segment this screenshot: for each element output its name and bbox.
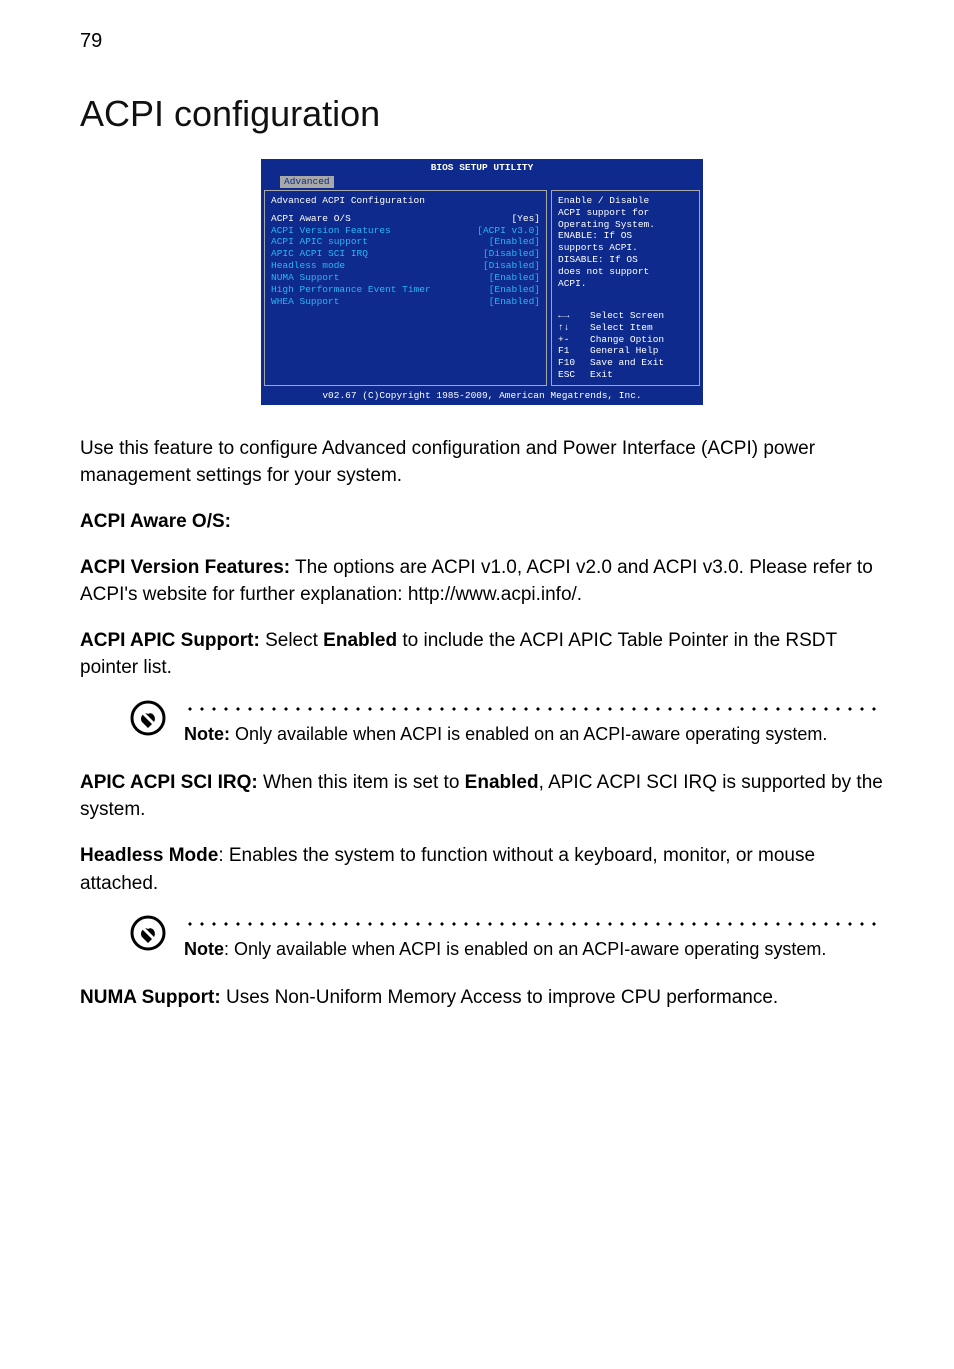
help-line: Operating System.: [558, 219, 693, 231]
bios-row-label: APIC ACPI SCI IRQ: [271, 248, 368, 260]
note-label: Note:: [184, 724, 230, 744]
note-label: Note: [184, 939, 224, 959]
note-text: : Only available when ACPI is enabled on…: [224, 939, 826, 959]
numa-text: Uses Non-Uniform Memory Access to improv…: [221, 987, 779, 1008]
sci-enabled-word: Enabled: [465, 772, 539, 793]
sci-text-mid: When this item is set to: [258, 772, 465, 793]
sci-heading: APIC ACPI SCI IRQ:: [80, 772, 258, 793]
numa-heading: NUMA Support:: [80, 987, 221, 1008]
help-line: ENABLE: If OS: [558, 230, 693, 242]
legend-key: F10: [558, 357, 582, 369]
page-title: ACPI configuration: [80, 93, 884, 135]
bios-title: BIOS SETUP UTILITY: [262, 160, 702, 176]
bios-config-panel: Advanced ACPI Configuration ACPI Aware O…: [264, 190, 547, 386]
version-heading: ACPI Version Features:: [80, 557, 290, 578]
help-line: ACPI support for: [558, 207, 693, 219]
legend-key: ↑↓: [558, 322, 582, 334]
apic-heading: ACPI APIC Support:: [80, 630, 260, 651]
bios-row-value: [Enabled]: [489, 236, 540, 248]
apic-enabled-word: Enabled: [323, 630, 397, 651]
dotted-rule: [184, 706, 884, 712]
bios-row-value: [Enabled]: [489, 272, 540, 284]
legend-text: Exit: [590, 369, 613, 381]
help-line: does not support: [558, 266, 693, 278]
help-line: supports ACPI.: [558, 242, 693, 254]
legend-key: +-: [558, 334, 582, 346]
intro-paragraph: Use this feature to configure Advanced c…: [80, 435, 884, 490]
bios-row-label: Headless mode: [271, 260, 345, 272]
legend-text: Select Screen: [590, 310, 664, 322]
legend-text: Save and Exit: [590, 357, 664, 369]
dotted-rule: [184, 921, 884, 927]
bios-row-label: ACPI Aware O/S: [271, 213, 351, 225]
apic-text-mid: Select: [260, 630, 323, 651]
legend-key: F1: [558, 345, 582, 357]
note-icon: [130, 700, 166, 741]
bios-row-label: ACPI APIC support: [271, 236, 368, 248]
legend-key: ESC: [558, 369, 582, 381]
bios-row-value: [Yes]: [511, 213, 540, 225]
bios-row-value: [Enabled]: [489, 296, 540, 308]
legend-key: ←→: [558, 310, 582, 322]
legend-text: Select Item: [590, 322, 653, 334]
bios-row-label: ACPI Version Features: [271, 225, 391, 237]
bios-row-value: [ACPI v3.0]: [477, 225, 540, 237]
page-number: 79: [80, 30, 884, 53]
bios-tab-advanced: Advanced: [280, 176, 334, 188]
legend-text: General Help: [590, 345, 658, 357]
headless-heading: Headless Mode: [80, 845, 218, 866]
note-icon: [130, 915, 166, 956]
bios-footer: v02.67 (C)Copyright 1985-2009, American …: [262, 388, 702, 404]
bios-row-value: [Disabled]: [483, 260, 540, 272]
bios-screenshot: BIOS SETUP UTILITY Advanced Advanced ACP…: [80, 159, 884, 405]
bios-help-panel: Enable / Disable ACPI support for Operat…: [551, 190, 700, 386]
legend-text: Change Option: [590, 334, 664, 346]
bios-subtitle: Advanced ACPI Configuration: [271, 195, 540, 207]
bios-row-value: [Disabled]: [483, 248, 540, 260]
note-text: Only available when ACPI is enabled on a…: [230, 724, 827, 744]
aware-heading: ACPI Aware O/S:: [80, 511, 231, 532]
help-line: DISABLE: If OS: [558, 254, 693, 266]
bios-row-value: [Enabled]: [489, 284, 540, 296]
bios-row-label: NUMA Support: [271, 272, 339, 284]
help-line: ACPI.: [558, 278, 693, 290]
bios-row-label: High Performance Event Timer: [271, 284, 431, 296]
help-line: Enable / Disable: [558, 195, 693, 207]
bios-row-label: WHEA Support: [271, 296, 339, 308]
